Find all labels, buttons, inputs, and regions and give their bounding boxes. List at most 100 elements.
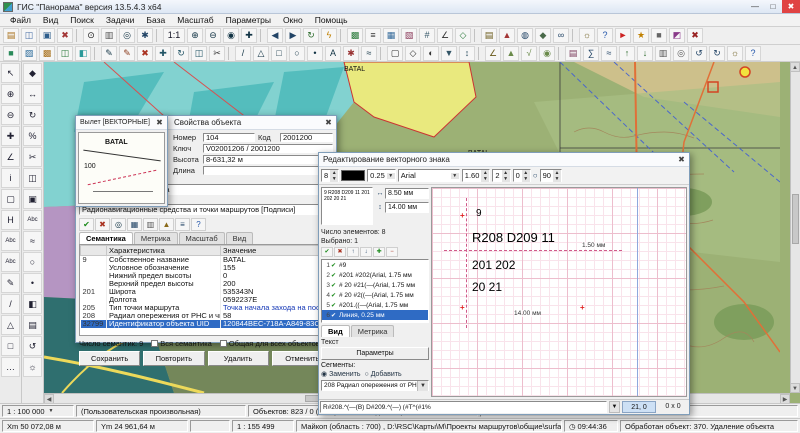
menu-item-Параметры[interactable]: Параметры xyxy=(220,14,277,27)
find-text-icon[interactable]: ✱ xyxy=(137,28,153,43)
all-semantics-checkbox[interactable] xyxy=(151,340,158,347)
code-field[interactable]: 2001200 xyxy=(280,133,333,142)
check-element-icon[interactable]: ✔ xyxy=(321,247,333,257)
next-view-icon[interactable]: ▶ xyxy=(285,28,301,43)
text-height-spinner[interactable]: 1.60▲▼ xyxy=(462,169,491,182)
semantic-row[interactable]: 205Тип точки маршрутаТочка начала захода… xyxy=(81,304,324,312)
add-element-icon[interactable]: ✚ xyxy=(373,247,385,257)
point-create-icon[interactable]: • xyxy=(23,273,42,293)
palette-icon[interactable]: ◩ xyxy=(669,28,685,43)
sort-icon[interactable]: ↕ xyxy=(459,46,475,61)
circle-create-icon[interactable]: ○ xyxy=(23,252,42,272)
passport-icon[interactable]: ▧ xyxy=(401,28,417,43)
scroll-up-icon[interactable]: ▲ xyxy=(790,62,800,72)
copy-object-icon[interactable]: ◫ xyxy=(191,46,207,61)
menu-item-Задачи[interactable]: Задачи xyxy=(100,14,141,27)
spacing-spinner[interactable]: 2▲▼ xyxy=(492,169,510,182)
add-radio[interactable]: ○ Добавить xyxy=(365,371,402,378)
import-icon[interactable]: ↓ xyxy=(637,46,653,61)
formula-dropdown-icon[interactable]: ▼ xyxy=(609,401,620,413)
flight-title-bar[interactable]: Вылет [ВЕКТОРНЫЕ] ✖ xyxy=(76,116,167,130)
menu-item-Окно[interactable]: Окно xyxy=(277,14,309,27)
angle-spinner[interactable]: 0▲▼ xyxy=(513,169,531,182)
save-icon[interactable]: ▣ xyxy=(39,28,55,43)
globe-icon[interactable]: ◍ xyxy=(517,28,533,43)
element-count-spinner[interactable]: 8▲▼ xyxy=(321,169,339,182)
vector-map-icon[interactable]: ■ xyxy=(3,46,19,61)
settings-icon[interactable]: ☼ xyxy=(579,28,595,43)
удалить-button[interactable]: Удалить xyxy=(208,351,269,366)
key-field[interactable]: V02001206 / 2001200 xyxy=(203,144,333,153)
database-icon[interactable]: ▤ xyxy=(481,28,497,43)
more-tools-icon[interactable]: … xyxy=(1,357,20,377)
flag-icon[interactable]: ► xyxy=(615,28,631,43)
menu-item-Помощь[interactable]: Помощь xyxy=(309,14,354,27)
profile-icon[interactable]: √ xyxy=(521,46,537,61)
scroll-left-icon[interactable]: ◀ xyxy=(44,394,54,403)
object-h-icon[interactable]: H xyxy=(1,210,20,230)
parameters-button[interactable]: Параметры xyxy=(321,347,429,360)
zoom-in-icon[interactable]: ⊕ xyxy=(187,28,203,43)
rotate-tool-icon[interactable]: ↻ xyxy=(23,105,42,125)
cut-tool-icon[interactable]: ✂ xyxy=(23,147,42,167)
flight-close-icon[interactable]: ✖ xyxy=(152,118,167,127)
info-tool-icon[interactable]: i xyxy=(1,168,20,188)
text-tool-icon[interactable]: A xyxy=(325,46,341,61)
print-icon[interactable]: ▥ xyxy=(101,28,117,43)
chart-icon[interactable]: ▲ xyxy=(499,28,515,43)
menu-item-База[interactable]: База xyxy=(140,14,171,27)
line-width-combo[interactable]: 0.25▼ xyxy=(367,169,396,182)
pan-hand-icon[interactable]: ✚ xyxy=(1,126,20,146)
rotate-object-icon[interactable]: ↻ xyxy=(173,46,189,61)
chevron-down-icon[interactable]: ▼ xyxy=(417,381,428,391)
help-props-icon[interactable]: ? xyxy=(191,218,206,231)
cut-object-icon[interactable]: ✂ xyxy=(209,46,225,61)
zoom-out-tool-icon[interactable]: ⊖ xyxy=(1,105,20,125)
label-abc-icon[interactable]: Abc xyxy=(1,231,20,251)
object-list-icon[interactable]: ▦ xyxy=(383,28,399,43)
open-data-icon[interactable]: ◫ xyxy=(21,28,37,43)
atlas-icon[interactable]: ◫ xyxy=(57,46,73,61)
close-map-icon[interactable]: ✖ xyxy=(57,28,73,43)
undo-icon[interactable]: ↺ xyxy=(691,46,707,61)
heights-icon[interactable]: ▲ xyxy=(503,46,519,61)
apply-icon[interactable]: ✔ xyxy=(79,218,94,231)
element-list-item[interactable]: 6✔Линия, 0.25 мм xyxy=(322,310,428,320)
rect-create-icon[interactable]: □ xyxy=(1,336,20,356)
editor-tab-Метрика[interactable]: Метрика xyxy=(351,325,395,337)
number-field[interactable]: 104 xyxy=(203,133,255,142)
scroll-down-icon[interactable]: ▼ xyxy=(790,383,800,393)
zoom-out-icon[interactable]: ⊖ xyxy=(205,28,221,43)
open-map-icon[interactable]: ▤ xyxy=(3,28,19,43)
pan-map-icon[interactable]: ✚ xyxy=(241,28,257,43)
sign-width-field[interactable]: ↔ 8.50 мм xyxy=(375,187,429,199)
color-swatch[interactable] xyxy=(341,170,365,181)
semantic-combo[interactable]: 208 Радиал опережения от РНС и то ▼ xyxy=(321,380,429,391)
move-tool-icon[interactable]: ↔ xyxy=(23,84,42,104)
eraser-tool-icon[interactable]: ▤ xyxy=(23,315,42,335)
editor-tab-Вид[interactable]: Вид xyxy=(321,325,350,337)
tab-Масштаб[interactable]: Масштаб xyxy=(179,232,225,244)
tab-Вид[interactable]: Вид xyxy=(226,232,254,244)
maximize-button[interactable]: □ xyxy=(764,0,782,13)
abc-edit-icon[interactable]: Abc xyxy=(23,210,42,230)
sign-canvas[interactable]: + + + 9 R208 D209 11 201 202 20 21 1.50 … xyxy=(432,188,686,396)
element-list-item[interactable]: 5✔#201.((—(Arial, 1.75 мм xyxy=(322,300,428,310)
export-icon[interactable]: ↑ xyxy=(619,46,635,61)
raster-map-icon[interactable]: ▨ xyxy=(21,46,37,61)
filter-icon[interactable]: ▼ xyxy=(441,46,457,61)
fill-tool-icon[interactable]: ◧ xyxy=(23,294,42,314)
select-poly-icon[interactable]: ◇ xyxy=(405,46,421,61)
flight-preview[interactable]: BATAL 100 xyxy=(78,132,165,204)
move-object-icon[interactable]: ✚ xyxy=(155,46,171,61)
semantic-row[interactable]: 32799Идентификатор объекта UID120844BEC-… xyxy=(81,320,324,328)
tool-settings-icon[interactable]: ☼ xyxy=(23,357,42,377)
select-frame-icon[interactable]: ▢ xyxy=(387,46,403,61)
semantic-row[interactable]: Долгота0592237E xyxy=(81,296,324,304)
find-semantic-icon[interactable]: ◎ xyxy=(111,218,126,231)
measure-icon[interactable]: ∠ xyxy=(485,46,501,61)
calc-icon[interactable]: ∑ xyxy=(583,46,599,61)
stats-icon[interactable]: ≈ xyxy=(601,46,617,61)
v-scroll-thumb[interactable] xyxy=(792,194,799,244)
point-tool-icon[interactable]: • xyxy=(307,46,323,61)
